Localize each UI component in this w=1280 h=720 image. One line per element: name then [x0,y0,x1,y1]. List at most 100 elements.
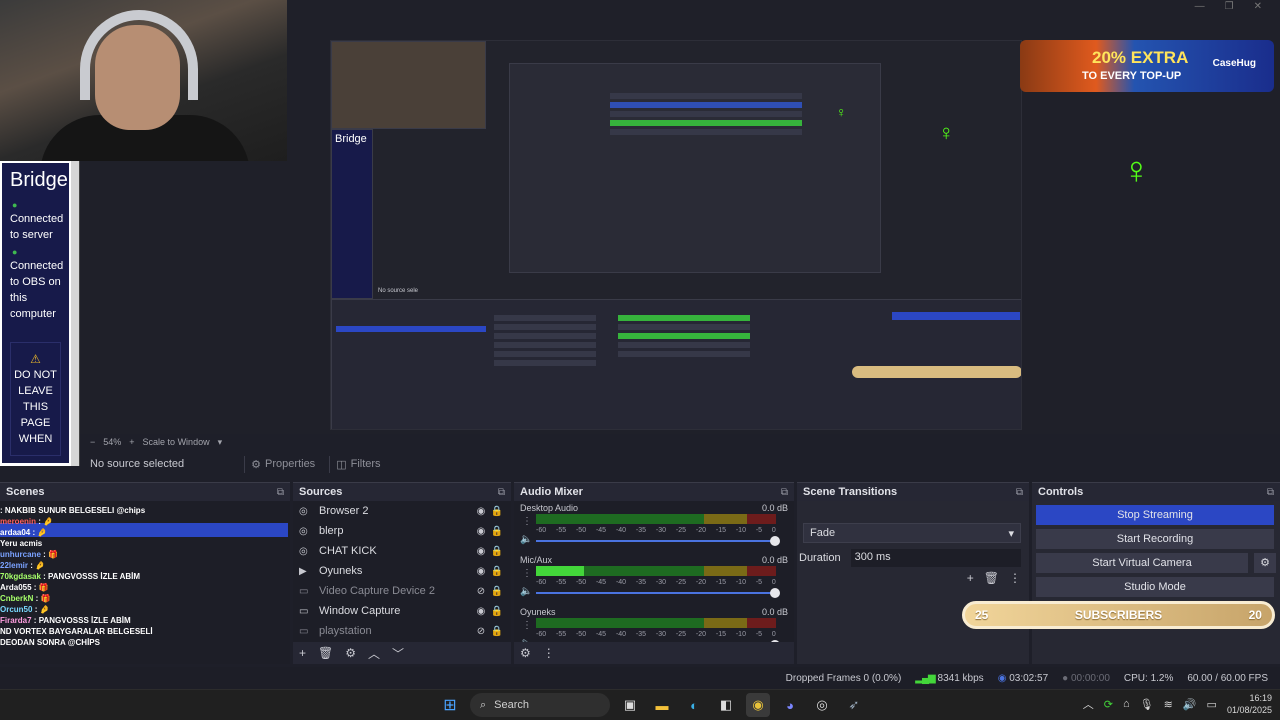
remove-source-icon[interactable]: 🗑 [318,646,333,660]
lock-icon[interactable]: 🔒 [489,586,505,597]
add-icon[interactable]: + [967,571,974,585]
zoom-out-button[interactable]: − [90,437,95,447]
close-button[interactable]: ✕ [1254,0,1262,14]
bridge-warning: DO NOT LEAVE THIS PAGE WHEN [14,369,57,445]
duration-input[interactable]: 300 ms [850,549,1021,567]
transition-select[interactable]: Fade ▾ [803,523,1021,543]
level-meter [536,514,776,524]
chevron-down-icon[interactable]: ▾ [218,437,223,448]
volume-icon[interactable]: 🔊 [1183,698,1197,711]
scrollbar[interactable] [71,161,79,466]
source-item[interactable]: ▭ playstation ⊘ 🔒 [293,621,511,641]
visibility-eye-icon[interactable]: ⊘ [473,586,489,597]
source-item[interactable]: ◎ blerp ◉ 🔒 [293,521,511,541]
chat-user: CnberkN [0,594,34,603]
studio-mode-button[interactable]: Studio Mode [1036,577,1274,597]
file-explorer-icon[interactable]: ▬ [650,693,674,717]
channel-menu-icon[interactable]: ⋮ [522,517,532,527]
zoom-level: 54% [103,437,122,447]
lock-icon[interactable]: 🔒 [489,546,505,557]
zoom-in-button[interactable]: + [129,437,134,447]
virtual-camera-settings-icon[interactable]: ⚙ [1254,553,1276,573]
channel-db: 0.0 dB [761,503,788,513]
add-source-icon[interactable]: + [299,646,306,660]
source-item[interactable]: ▭ Video Capture Device 2 ⊘ 🔒 [293,581,511,601]
preview-canvas[interactable]: — ❐ ✕ Bridge ● Connected to server ● Con… [0,0,1280,466]
filters-button[interactable]: ◫ Filters [329,455,386,473]
audio-mixer-dock: Audio Mixer ⧉ Desktop Audio 0.0 dB ⋮ -60 -55 -… [514,482,794,664]
wifi-icon[interactable]: ≋ [1164,698,1173,711]
trash-icon[interactable]: 🗑 [984,571,999,585]
lock-icon[interactable]: 🔒 [489,626,505,637]
undock-icon[interactable]: ⧉ [1016,487,1023,498]
lock-icon[interactable]: 🔒 [489,606,505,617]
minimize-button[interactable]: — [1195,0,1205,14]
start-virtual-camera-button[interactable]: Start Virtual Camera [1036,553,1248,573]
meter-tick: -55 [555,527,567,534]
chat-user: Firarda7 [0,616,32,625]
subs-current: 25 [975,608,989,622]
bitrate: 8341 kbps [937,672,984,684]
banner-headline: 20% EXTRA [1092,48,1189,67]
visibility-eye-icon[interactable]: ⊘ [473,626,489,637]
visibility-eye-icon[interactable]: ◉ [473,566,489,577]
store-icon[interactable]: ◧ [714,693,738,717]
microphone-icon[interactable]: 🎙 [1140,698,1154,711]
discord-icon[interactable]: ◕ [778,693,802,717]
visibility-eye-icon[interactable]: ◉ [473,506,489,517]
channel-menu-icon[interactable]: ⋮ [522,569,532,579]
windows-taskbar: ⊞ ⌕ Search ▣ ▬ ◐ ◧ ◉ ◕ ◎ ➶ ︿ ⟳ ⌂ 🎙 ≋ 🔊 ▭ … [0,689,1280,720]
meter-tick: -60 [536,527,547,534]
chat-message: Arda055 : 🎁 [0,582,200,593]
source-properties-icon[interactable]: ⚙ [345,646,356,660]
source-item[interactable]: ▭ Window Capture ◉ 🔒 [293,601,511,621]
visibility-eye-icon[interactable]: ◉ [473,606,489,617]
chat-text: : 🤌 [36,517,54,526]
more-menu-icon[interactable]: ⋮ [543,646,555,660]
maximize-button[interactable]: ❐ [1225,0,1234,14]
undock-icon[interactable]: ⧉ [1267,487,1274,498]
start-recording-button[interactable]: Start Recording [1036,529,1274,549]
chat-user: 22lemir [0,561,29,570]
scenes-list[interactable]: : NAKBIB SUNUR BELGESELI @chips meroenin … [0,501,290,664]
battery-icon[interactable]: ▭ [1207,698,1217,711]
volume-slider[interactable] [536,536,780,546]
taskbar-search[interactable]: ⌕ Search [470,693,610,717]
undock-icon[interactable]: ⧉ [277,487,284,498]
sources-dock: Sources ⧉ ◎ Browser 2 ◉ 🔒 ◎ blerp ◉ 🔒 ◎ CHAT KICK ◉… [293,482,511,664]
properties-label: Properties [265,458,316,470]
obs-icon[interactable]: ◎ [810,693,834,717]
lock-icon[interactable]: 🔒 [489,526,505,537]
scale-mode-select[interactable]: Scale to Window [143,437,210,447]
undock-icon[interactable]: ⧉ [498,487,505,498]
source-item[interactable]: ◎ Browser 2 ◉ 🔒 [293,501,511,521]
move-down-icon[interactable]: ﹀ [392,645,404,662]
visibility-eye-icon[interactable]: ◉ [473,546,489,557]
visibility-eye-icon[interactable]: ◉ [473,526,489,537]
volume-slider[interactable] [536,588,780,598]
lock-icon[interactable]: 🔒 [489,566,505,577]
tray-icon[interactable]: ⟳ [1104,698,1113,711]
more-menu-icon[interactable]: ⋮ [1009,571,1021,585]
task-view-icon[interactable]: ▣ [618,693,642,717]
stop-streaming-button[interactable]: Stop Streaming [1036,505,1274,525]
move-up-icon[interactable]: ︿ [368,645,380,662]
source-item[interactable]: ◎ CHAT KICK ◉ 🔒 [293,541,511,561]
chrome-icon[interactable]: ◉ [746,693,770,717]
mixer-settings-icon[interactable]: ⚙ [520,646,531,660]
chevron-up-icon[interactable]: ︿ [1083,696,1094,712]
source-item[interactable]: ▶ Oyuneks ◉ 🔒 [293,561,511,581]
kick-logo-icon: ♀ [836,104,847,120]
chat-text: DEODAN SONRA @CHİPS [0,638,100,647]
steam-icon[interactable]: ➶ [842,693,866,717]
speaker-icon[interactable]: 🔈 [520,534,532,545]
channel-menu-icon[interactable]: ⋮ [522,621,532,631]
speaker-icon[interactable]: 🔈 [520,586,532,597]
clock[interactable]: 16:19 01/08/2025 [1227,692,1272,716]
windows-start-icon[interactable]: ⊞ [438,693,462,717]
tray-icon[interactable]: ⌂ [1123,698,1130,710]
edge-icon[interactable]: ◐ [682,693,706,717]
lock-icon[interactable]: 🔒 [489,506,505,517]
undock-icon[interactable]: ⧉ [781,487,788,498]
properties-button[interactable]: ⚙ Properties [244,455,321,473]
